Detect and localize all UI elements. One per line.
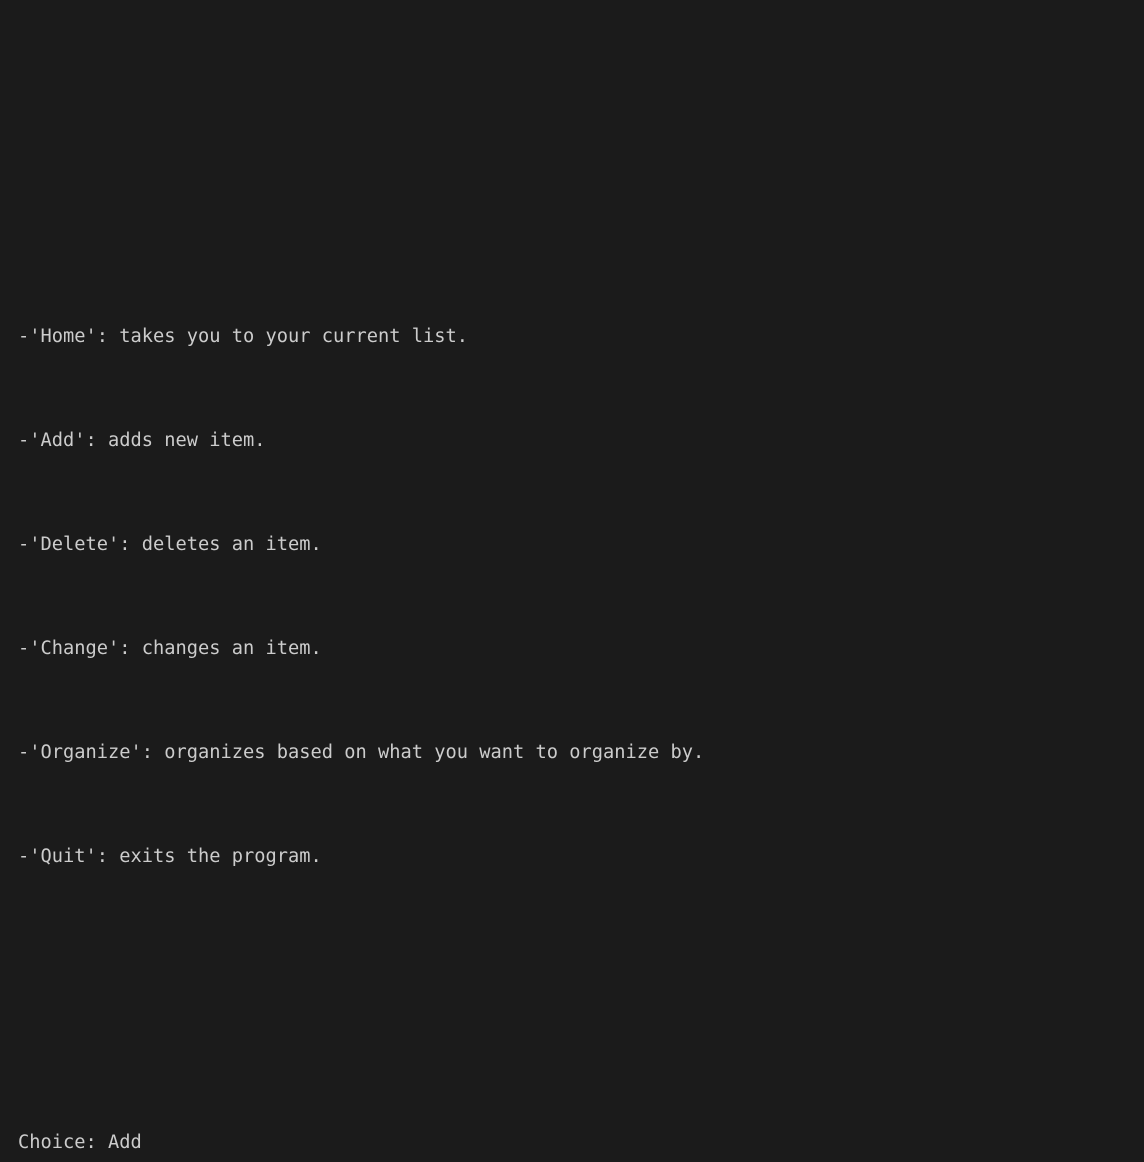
choice-value: Add — [108, 1132, 142, 1153]
terminal-window[interactable]: -'Home': takes you to your current list.… — [0, 0, 1144, 1162]
menu-line: -'Change': changes an item. — [18, 636, 1144, 662]
menu-line: -'Quit': exits the program. — [18, 844, 1144, 870]
menu-line: -'Add': adds new item. — [18, 428, 1144, 454]
blank-line — [18, 1000, 1144, 1026]
blank-line — [18, 90, 1144, 116]
menu-line: -'Delete': deletes an item. — [18, 532, 1144, 558]
menu-line: -'Home': takes you to your current list. — [18, 324, 1144, 350]
menu-top: -'Home': takes you to your current list.… — [18, 220, 1144, 922]
choice-prompt-top: Choice: Add — [18, 1130, 1144, 1156]
choice-label: Choice: — [18, 1132, 97, 1153]
menu-line: -'Organize': organizes based on what you… — [18, 740, 1144, 766]
